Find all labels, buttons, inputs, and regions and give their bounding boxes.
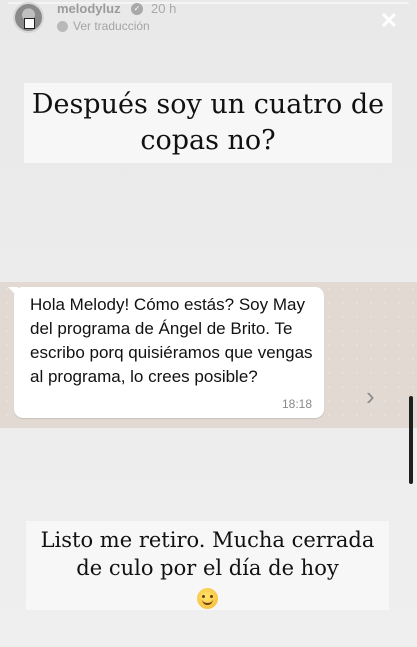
post-time: 20 h <box>151 1 177 16</box>
translate-label: Ver traducción <box>73 19 150 33</box>
verified-badge-icon: ✓ <box>131 3 143 15</box>
translate-icon <box>57 20 68 32</box>
avatar[interactable] <box>13 2 44 33</box>
chat-message-text: Hola Melody! Cómo estás? Soy May del pro… <box>30 295 313 386</box>
chevron-right-icon[interactable]: › <box>366 383 384 409</box>
story-header: melodyluz ✓ 20 h Ver traducción ✕ <box>0 0 417 40</box>
caption-top: Después soy un cuatro de copas no? <box>24 83 392 163</box>
caption-bottom: Listo me retiro. Mucha cerrada de culo p… <box>26 521 389 610</box>
scrollbar[interactable] <box>409 396 413 484</box>
chat-message-time: 18:18 <box>281 397 312 411</box>
avatar-image <box>24 18 35 29</box>
smiling-emoji-icon <box>197 588 218 609</box>
caption-bottom-text: Listo me retiro. Mucha cerrada de culo p… <box>40 528 375 580</box>
close-icon[interactable]: ✕ <box>378 10 400 32</box>
story-frame: melodyluz ✓ 20 h Ver traducción ✕ Despué… <box>0 0 417 647</box>
translate-link[interactable]: Ver traducción <box>57 19 150 33</box>
chat-message-bubble: Hola Melody! Cómo estás? Soy May del pro… <box>8 287 324 418</box>
username[interactable]: melodyluz <box>57 1 121 16</box>
